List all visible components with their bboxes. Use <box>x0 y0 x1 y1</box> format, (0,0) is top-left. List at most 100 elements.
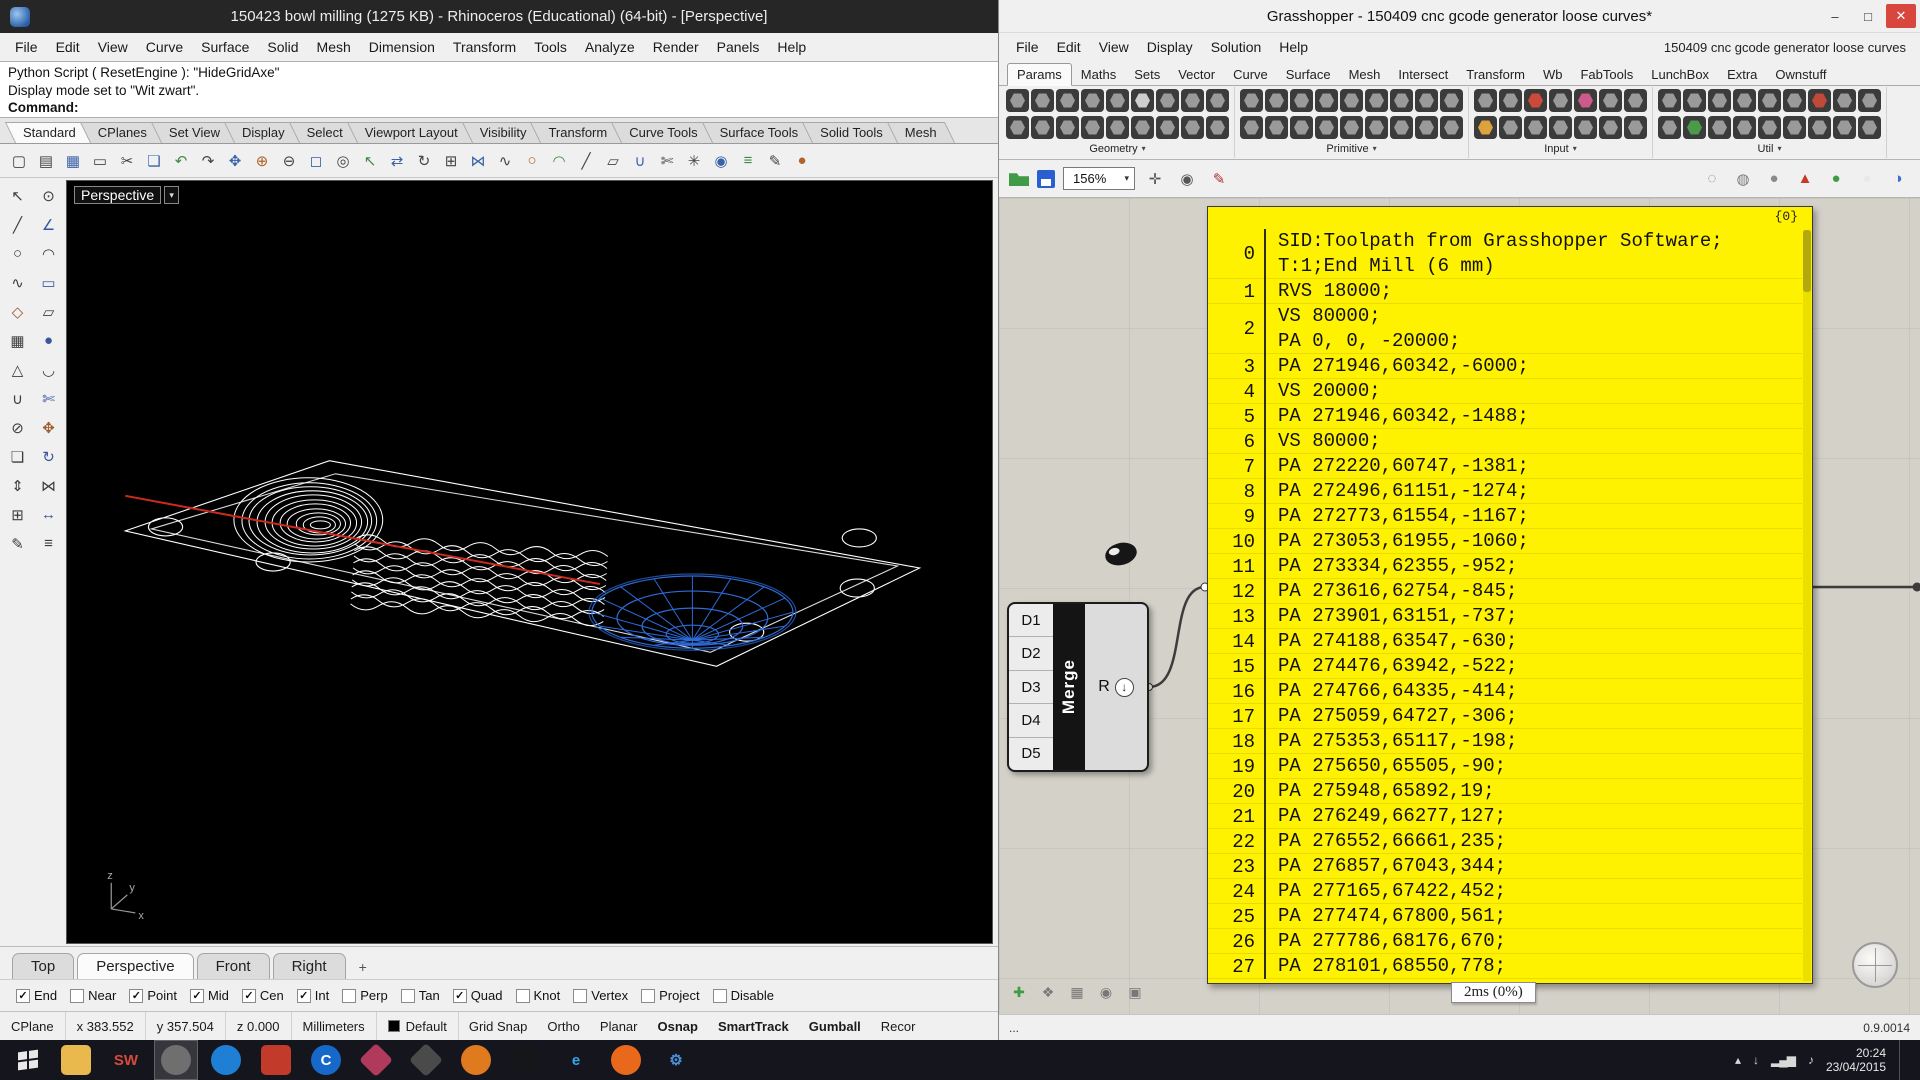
component-icon[interactable] <box>1499 89 1522 112</box>
grasshopper-menu-item[interactable]: Display <box>1138 37 1202 57</box>
wire-preview-icon[interactable]: ◍ <box>1731 167 1755 191</box>
component-icon[interactable] <box>1290 116 1313 139</box>
mirror-tool-icon[interactable]: ⋈ <box>34 472 63 499</box>
component-icon[interactable] <box>1658 89 1681 112</box>
marker-widget-icon[interactable]: ❖ <box>1038 982 1058 1002</box>
explode-icon[interactable]: ✳ <box>681 148 707 174</box>
component-icon[interactable] <box>1006 116 1029 139</box>
status-toggle[interactable]: Recor <box>871 1019 926 1034</box>
grasshopper-menu-item[interactable]: File <box>1007 37 1048 57</box>
component-category-tab[interactable]: Extra <box>1718 64 1766 85</box>
trim-tool-icon[interactable]: ✄ <box>34 385 63 412</box>
osnap-icon[interactable]: ◉ <box>708 148 734 174</box>
component-icon[interactable] <box>1081 89 1104 112</box>
palette-group-label[interactable]: Primitive ▾ <box>1240 141 1463 156</box>
rhino-menu-item[interactable]: Render <box>644 37 708 57</box>
palette-group-label[interactable]: Geometry ▾ <box>1006 141 1229 156</box>
osnap-option[interactable]: ✓ End <box>16 988 57 1003</box>
toolbar-tab[interactable]: Select <box>294 122 356 143</box>
print-icon[interactable]: ▭ <box>87 148 113 174</box>
zoom-out-icon[interactable]: ⊖ <box>276 148 302 174</box>
osnap-checkbox[interactable]: ✓ <box>190 989 204 1003</box>
status-toggle[interactable]: Osnap <box>647 1019 707 1034</box>
move-tool-icon[interactable]: ✥ <box>34 414 63 441</box>
taskbar-app-button[interactable] <box>504 1040 548 1080</box>
minimize-button[interactable]: – <box>1820 4 1850 28</box>
component-icon[interactable] <box>1290 89 1313 112</box>
component-icon[interactable] <box>1733 116 1756 139</box>
curve-tool-icon[interactable]: ∿ <box>3 269 32 296</box>
status-toggle[interactable]: Planar <box>590 1019 648 1034</box>
taskbar-clock[interactable]: 20:24 23/04/2015 <box>1826 1046 1886 1074</box>
surface-icon[interactable]: ▱ <box>600 148 626 174</box>
component-icon[interactable] <box>1499 116 1522 139</box>
toolbar-tab[interactable]: Mesh <box>892 122 950 143</box>
component-icon[interactable] <box>1599 116 1622 139</box>
taskbar-app-button[interactable] <box>54 1040 98 1080</box>
toolbar-tab[interactable]: CPlanes <box>85 122 160 143</box>
toolbar-tab[interactable]: Visibility <box>467 122 540 143</box>
viewport-tab[interactable]: Perspective <box>77 953 193 979</box>
copy-icon[interactable]: ❏ <box>141 148 167 174</box>
component-icon[interactable] <box>1056 89 1079 112</box>
layer-indicator[interactable]: Default <box>377 1012 459 1040</box>
red-cone-icon[interactable]: ▲ <box>1793 167 1817 191</box>
component-category-tab[interactable]: Maths <box>1072 64 1125 85</box>
rhino-menu-item[interactable]: Help <box>768 37 815 57</box>
rhino-titlebar[interactable]: 150423 bowl milling (1275 KB) - Rhinocer… <box>0 0 998 33</box>
component-icon[interactable] <box>1415 116 1438 139</box>
osnap-option[interactable]: ✓ Mid <box>190 988 229 1003</box>
osnap-checkbox[interactable]: ✓ <box>16 989 30 1003</box>
osnap-checkbox[interactable]: ✓ <box>713 989 727 1003</box>
green-ball-icon[interactable]: ● <box>1824 167 1848 191</box>
dimension-tool-icon[interactable]: ↔ <box>34 501 63 528</box>
toolbar-tab[interactable]: Standard <box>10 122 89 143</box>
rectangle-tool-icon[interactable]: ▭ <box>34 269 63 296</box>
box-tool-icon[interactable]: ▦ <box>3 327 32 354</box>
sprout-widget-icon[interactable]: ✚ <box>1009 982 1029 1002</box>
component-icon[interactable] <box>1683 116 1706 139</box>
arc-icon[interactable]: ◠ <box>546 148 572 174</box>
toolbar-tab[interactable]: Viewport Layout <box>352 122 471 143</box>
component-icon[interactable] <box>1315 89 1338 112</box>
maximize-button[interactable]: □ <box>1853 4 1883 28</box>
component-icon[interactable] <box>1131 116 1154 139</box>
palette-group-label[interactable]: Input ▾ <box>1474 141 1647 156</box>
osnap-option[interactable]: ✓ Vertex <box>573 988 628 1003</box>
viewport-title[interactable]: Perspective <box>74 186 161 204</box>
layers-tool-icon[interactable]: ≡ <box>34 530 63 557</box>
tray-update-icon[interactable]: ↓ <box>1753 1053 1758 1067</box>
component-icon[interactable] <box>1156 89 1179 112</box>
component-icon[interactable] <box>1031 89 1054 112</box>
rhino-menu-item[interactable]: Mesh <box>308 37 360 57</box>
component-icon[interactable] <box>1858 89 1881 112</box>
component-icon[interactable] <box>1390 116 1413 139</box>
osnap-option[interactable]: ✓ Knot <box>516 988 561 1003</box>
circle-tool-icon[interactable]: ○ <box>3 240 32 267</box>
component-icon[interactable] <box>1708 89 1731 112</box>
merge-input[interactable]: D5 <box>1009 738 1053 770</box>
panel-scrollbar-thumb[interactable] <box>1803 230 1811 292</box>
taskbar-app-button[interactable] <box>404 1040 448 1080</box>
zoom-window-icon[interactable]: ◻ <box>303 148 329 174</box>
rhino-menu-item[interactable]: Solid <box>258 37 307 57</box>
component-category-tab[interactable]: Ownstuff <box>1766 64 1835 85</box>
osnap-checkbox[interactable]: ✓ <box>70 989 84 1003</box>
taskbar-app-button[interactable]: ⚙ <box>654 1040 698 1080</box>
grasshopper-menu-item[interactable]: View <box>1090 37 1138 57</box>
zoom-extents-icon[interactable]: ◎ <box>330 148 356 174</box>
merge-output[interactable]: R ↓ <box>1085 602 1149 772</box>
component-category-tab[interactable]: Surface <box>1277 64 1340 85</box>
rotate-icon[interactable]: ↻ <box>411 148 437 174</box>
circle-icon[interactable]: ○ <box>519 148 545 174</box>
start-button[interactable] <box>6 1040 50 1080</box>
show-desktop-button[interactable] <box>1899 1040 1906 1080</box>
curve-icon[interactable]: ∿ <box>492 148 518 174</box>
properties-icon[interactable]: ✎ <box>762 148 788 174</box>
status-toggle[interactable]: Gumball <box>799 1019 871 1034</box>
component-icon[interactable] <box>1240 116 1263 139</box>
split-tool-icon[interactable]: ⊘ <box>3 414 32 441</box>
component-icon[interactable] <box>1708 116 1731 139</box>
record-icon[interactable]: ● <box>789 148 815 174</box>
taskbar-app-button[interactable] <box>354 1040 398 1080</box>
